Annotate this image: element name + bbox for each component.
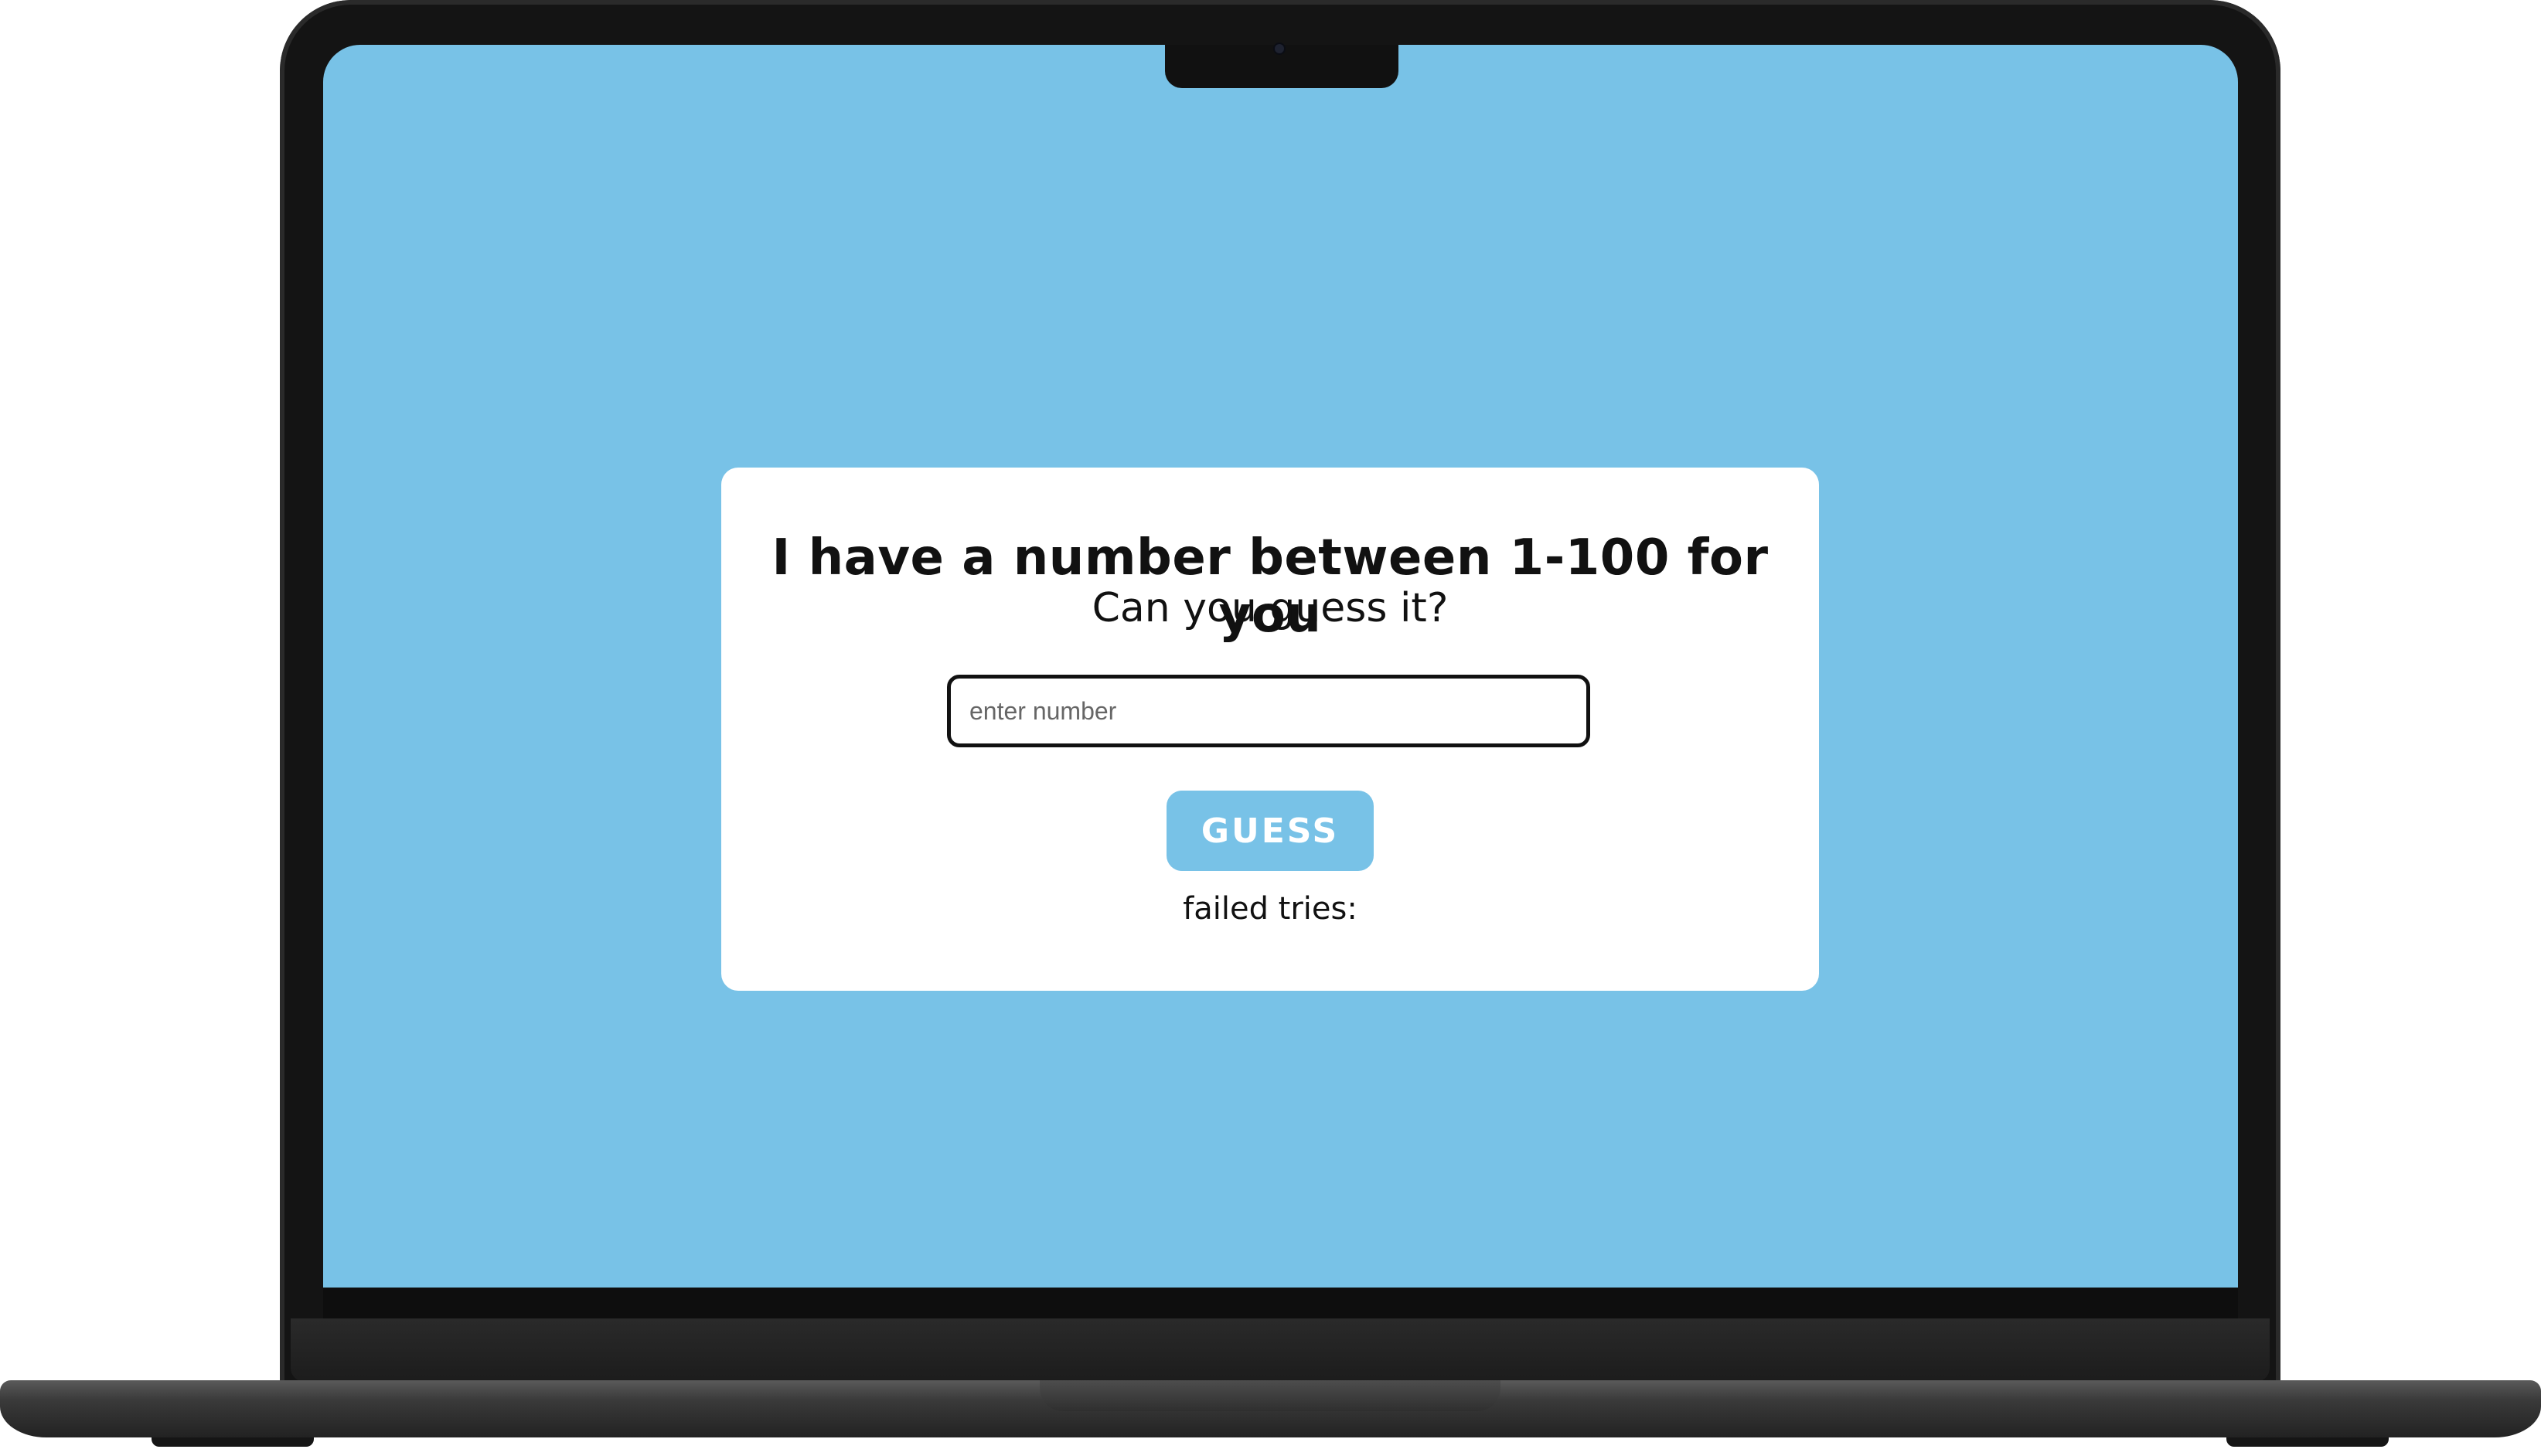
guess-game-card: I have a number between 1-100 for you Ca… (721, 468, 1819, 991)
laptop-foot-right (2226, 1437, 2389, 1447)
number-input[interactable] (947, 675, 1590, 747)
webcam-icon (1275, 44, 1284, 53)
page-subtitle: Can you guess it? (1092, 585, 1449, 631)
guess-button[interactable]: GUESS (1167, 791, 1374, 871)
laptop-foot-left (152, 1437, 314, 1447)
screen-bottom-bezel (323, 1288, 2238, 1318)
failed-tries-label: failed tries: (1183, 891, 1357, 927)
lid-opening-notch (1040, 1380, 1500, 1411)
laptop-mockup: I have a number between 1-100 for you Ca… (0, 0, 2541, 1456)
laptop-hinge (291, 1318, 2270, 1382)
